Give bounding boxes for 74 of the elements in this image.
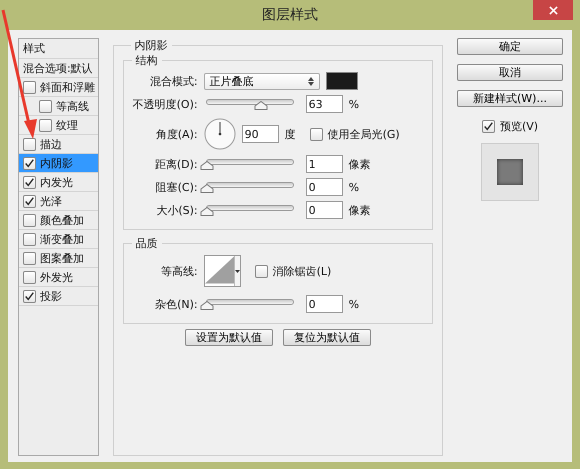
checkbox[interactable] <box>23 176 36 188</box>
slider-thumb[interactable] <box>254 101 268 110</box>
field-label: 杂色(N): <box>154 296 198 312</box>
value-field[interactable]: 0 <box>306 295 343 313</box>
style-item[interactable]: 投影 <box>19 287 98 306</box>
group-title: 结构 <box>134 53 159 68</box>
close-button[interactable] <box>533 0 573 20</box>
field-label: 角度(A): <box>154 126 198 142</box>
value-field[interactable]: 0 <box>306 178 343 196</box>
slider-thumb[interactable] <box>200 301 214 310</box>
checkbox[interactable] <box>310 128 323 140</box>
default-button[interactable]: 复位为默认值 <box>282 329 371 346</box>
preview-swatch <box>497 159 523 185</box>
style-item[interactable]: 光泽 <box>19 192 98 211</box>
dropdown-arrows-icon <box>308 76 314 86</box>
checkbox[interactable] <box>23 214 36 226</box>
dialog-button[interactable]: 新建样式(W)... <box>457 90 563 107</box>
checkbox[interactable] <box>254 264 268 278</box>
style-item[interactable]: 混合选项:默认 <box>19 59 98 78</box>
checkbox[interactable] <box>23 138 36 150</box>
field-label: 混合模式: <box>148 74 198 88</box>
style-item[interactable]: 内发光 <box>19 173 98 192</box>
group-title: 品质 <box>134 236 159 251</box>
slider-thumb[interactable] <box>200 207 214 216</box>
checkbox[interactable] <box>23 194 36 208</box>
contour-curve-icon <box>204 256 234 284</box>
checkbox[interactable] <box>23 252 36 264</box>
style-item[interactable]: 图案叠加 <box>19 249 98 268</box>
style-item[interactable]: 内阴影 <box>19 154 98 173</box>
unit-label: % <box>348 298 360 310</box>
style-item[interactable]: 外发光 <box>19 268 98 287</box>
unit-label: % <box>348 180 360 194</box>
field-label: 不透明度(O): <box>132 96 198 112</box>
field-label: 等高线: <box>160 264 198 278</box>
field-label: 阻塞(C): <box>154 180 198 194</box>
checkbox[interactable] <box>23 80 36 94</box>
value-field[interactable]: 63 <box>306 95 343 113</box>
caret-icon <box>234 270 240 272</box>
style-item[interactable]: 渐变叠加 <box>19 230 98 249</box>
window-title: 图层样式 <box>262 6 318 24</box>
checkbox[interactable] <box>23 270 36 284</box>
style-item[interactable]: 斜面和浮雕 <box>19 78 98 97</box>
close-icon <box>548 6 558 14</box>
option-label[interactable]: 使用全局光(G) <box>310 126 400 142</box>
checkbox[interactable] <box>23 156 36 170</box>
unit-label: 度 <box>284 126 296 142</box>
unit-label: 像素 <box>348 202 371 218</box>
option-label[interactable]: 消除锯齿(L) <box>254 264 332 278</box>
contour-picker[interactable] <box>204 255 241 287</box>
preview-checkbox-label[interactable]: 预览(V) <box>482 119 538 134</box>
value-field[interactable]: 0 <box>306 201 343 219</box>
slider-thumb[interactable] <box>200 184 214 193</box>
angle-dial[interactable] <box>204 118 236 150</box>
unit-label: 像素 <box>348 156 371 172</box>
field-label: 距离(D): <box>154 156 198 172</box>
checkbox[interactable] <box>482 120 495 133</box>
dialog-button[interactable]: 取消 <box>457 64 563 81</box>
style-item[interactable]: 等高线 <box>19 97 98 116</box>
checkbox[interactable] <box>39 118 52 132</box>
style-item[interactable]: 颜色叠加 <box>19 211 98 230</box>
blend-mode-dropdown[interactable]: 正片叠底 <box>204 72 320 90</box>
section-title: 内阴影 <box>134 38 169 53</box>
checkbox[interactable] <box>23 232 36 246</box>
color-swatch[interactable] <box>326 72 358 90</box>
unit-label: % <box>348 98 360 110</box>
value-field[interactable]: 90 <box>242 125 279 143</box>
value-field[interactable]: 1 <box>306 155 343 173</box>
slider-thumb[interactable] <box>200 161 214 170</box>
list-header: 样式 <box>19 39 98 59</box>
default-button[interactable]: 设置为默认值 <box>184 329 273 346</box>
checkbox[interactable] <box>23 290 36 302</box>
dialog-button[interactable]: 确定 <box>457 38 563 55</box>
field-label: 大小(S): <box>155 202 198 218</box>
checkbox[interactable] <box>39 100 52 112</box>
